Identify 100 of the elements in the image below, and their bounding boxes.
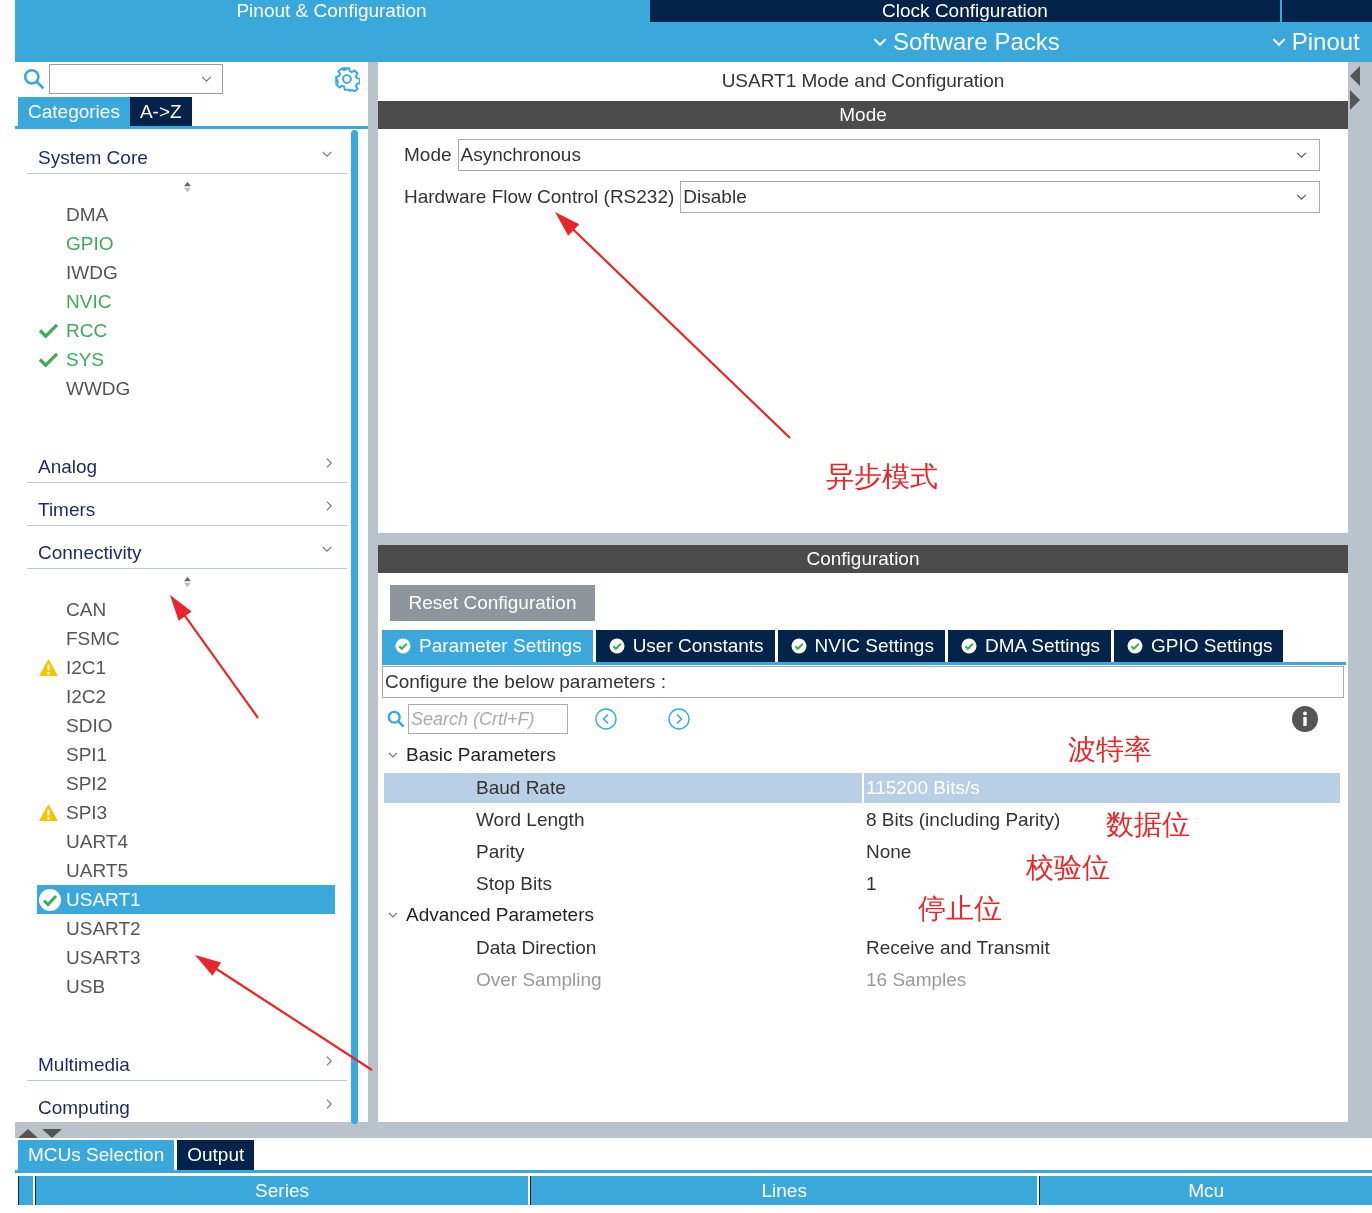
category-label: Analog xyxy=(38,456,98,478)
check-icon xyxy=(38,351,59,368)
tab[interactable]: Output xyxy=(177,1140,255,1170)
chevron-right-icon xyxy=(326,500,333,512)
category-header[interactable]: Timers xyxy=(27,487,347,526)
parameter-name: Data Direction xyxy=(475,937,598,959)
chevron-right-icon xyxy=(326,457,333,469)
down-triangle-icon[interactable] xyxy=(42,1129,62,1138)
search-field[interactable] xyxy=(49,64,223,94)
collapse-left-icon[interactable] xyxy=(1350,66,1360,86)
section-header: Mode xyxy=(378,101,1348,129)
category-label: System Core xyxy=(38,147,148,169)
category-item[interactable]: USART2 xyxy=(27,914,347,943)
tab[interactable]: DMA Settings xyxy=(947,630,1112,662)
category-item[interactable]: USB xyxy=(27,972,347,1001)
parameter-row[interactable]: Parity None xyxy=(384,837,916,867)
annotation-text: 数据位 xyxy=(1106,807,1190,843)
chevron-down-icon xyxy=(1296,151,1307,159)
category-header[interactable]: Multimedia xyxy=(27,1042,347,1081)
parameter-name: Over Sampling xyxy=(475,969,603,991)
annotation-text: 校验位 xyxy=(1026,850,1110,886)
caret-down-icon xyxy=(388,911,398,919)
check-circle-icon xyxy=(790,638,807,654)
check-circle-icon xyxy=(960,638,977,654)
category-item[interactable]: DMA xyxy=(27,200,347,229)
annotation-text: 停止位 xyxy=(918,891,1002,927)
table-header xyxy=(18,1176,33,1205)
category-item[interactable]: FSMC xyxy=(27,624,347,653)
search-icon[interactable] xyxy=(23,68,45,90)
parameter-value: 16 Samples xyxy=(865,968,967,992)
annotation-text: 波特率 xyxy=(1068,732,1152,768)
collapse-right-icon[interactable] xyxy=(1350,90,1360,110)
scrollbar[interactable] xyxy=(351,130,358,1124)
tab[interactable]: A->Z xyxy=(129,97,192,126)
panel-title: USART1 Mode and Configuration xyxy=(720,69,1006,93)
tab[interactable]: NVIC Settings xyxy=(777,630,945,662)
category-label: Connectivity xyxy=(38,542,142,564)
parameter-group[interactable]: Advanced Parameters xyxy=(384,899,598,931)
chevron-down-icon xyxy=(1271,37,1286,47)
dropdown[interactable]: Disable xyxy=(680,181,1320,213)
tab[interactable]: Clock Configuration xyxy=(650,0,1280,22)
category-item[interactable]: SDIO xyxy=(27,711,347,740)
parameter-name: Parity xyxy=(475,841,526,863)
category-item[interactable]: CAN xyxy=(27,595,347,624)
chevron-down-icon xyxy=(201,75,212,83)
category-item[interactable]: UART5 xyxy=(27,856,347,885)
category-label: Computing xyxy=(38,1097,130,1119)
parameter-row[interactable]: Stop Bits 1 xyxy=(384,869,881,899)
category-item[interactable]: UART4 xyxy=(27,827,347,856)
check-circle-icon xyxy=(608,638,625,654)
check-icon xyxy=(38,322,59,339)
parameter-row[interactable]: Data Direction Receive and Transmit xyxy=(384,933,1054,963)
parameter-name: Stop Bits xyxy=(475,873,554,895)
parameter-row[interactable]: Baud Rate 115200 Bits/s xyxy=(384,773,1340,803)
sort-icon[interactable] xyxy=(182,576,192,588)
category-item[interactable]: USART3 xyxy=(27,943,347,972)
settings-icon[interactable] xyxy=(334,66,360,92)
warning-icon xyxy=(38,658,59,677)
search-field[interactable]: Search (Crtl+F) xyxy=(408,704,568,734)
sort-icon[interactable] xyxy=(182,181,192,193)
category-item[interactable]: I2C2 xyxy=(27,682,347,711)
category-header[interactable]: Connectivity xyxy=(27,530,347,569)
parameter-name: Baud Rate xyxy=(475,777,567,799)
category-item[interactable]: SPI3 xyxy=(27,798,347,827)
category-header[interactable]: Analog xyxy=(27,444,347,483)
category-item[interactable]: WWDG xyxy=(27,374,347,403)
warning-icon xyxy=(38,803,59,822)
chevron-down-icon xyxy=(1296,193,1307,201)
category-item[interactable]: SPI1 xyxy=(27,740,347,769)
parameter-group[interactable]: Basic Parameters xyxy=(384,739,560,771)
check-circle-icon xyxy=(1127,638,1144,654)
section-header: Configuration xyxy=(378,545,1348,573)
category-label: Timers xyxy=(38,499,96,521)
check-circle-icon xyxy=(38,887,62,912)
hint-text: Configure the below parameters : xyxy=(382,666,1344,698)
category-header[interactable]: System Core xyxy=(27,135,347,174)
dropdown[interactable]: Asynchronous xyxy=(457,139,1320,171)
previous-icon[interactable] xyxy=(595,708,617,730)
chevron-down-icon xyxy=(873,37,887,47)
tab[interactable]: GPIO Settings xyxy=(1114,630,1284,662)
parameter-name: Word Length xyxy=(475,809,586,831)
tab[interactable]: User Constants xyxy=(595,630,775,662)
info-icon[interactable] xyxy=(1292,706,1318,732)
chevron-down-icon xyxy=(321,150,333,158)
up-triangle-icon[interactable] xyxy=(18,1129,38,1138)
category-item[interactable]: I2C1 xyxy=(27,653,347,682)
chevron-down-icon xyxy=(321,545,333,553)
field-label: Hardware Flow Control (RS232) xyxy=(404,186,675,208)
caret-down-icon xyxy=(388,751,398,759)
category-item[interactable]: IWDG xyxy=(27,258,347,287)
next-icon[interactable] xyxy=(668,708,690,730)
parameter-row[interactable]: Word Length 8 Bits (including Parity) xyxy=(384,805,1065,835)
chevron-right-icon xyxy=(326,1098,333,1110)
parameter-value: None xyxy=(865,840,912,864)
category-label: Multimedia xyxy=(38,1054,130,1076)
category-item[interactable]: SPI2 xyxy=(27,769,347,798)
field-label: Mode xyxy=(404,144,452,166)
search-icon[interactable] xyxy=(387,710,405,728)
chevron-right-icon xyxy=(326,1055,333,1067)
check-circle-icon xyxy=(395,638,411,654)
